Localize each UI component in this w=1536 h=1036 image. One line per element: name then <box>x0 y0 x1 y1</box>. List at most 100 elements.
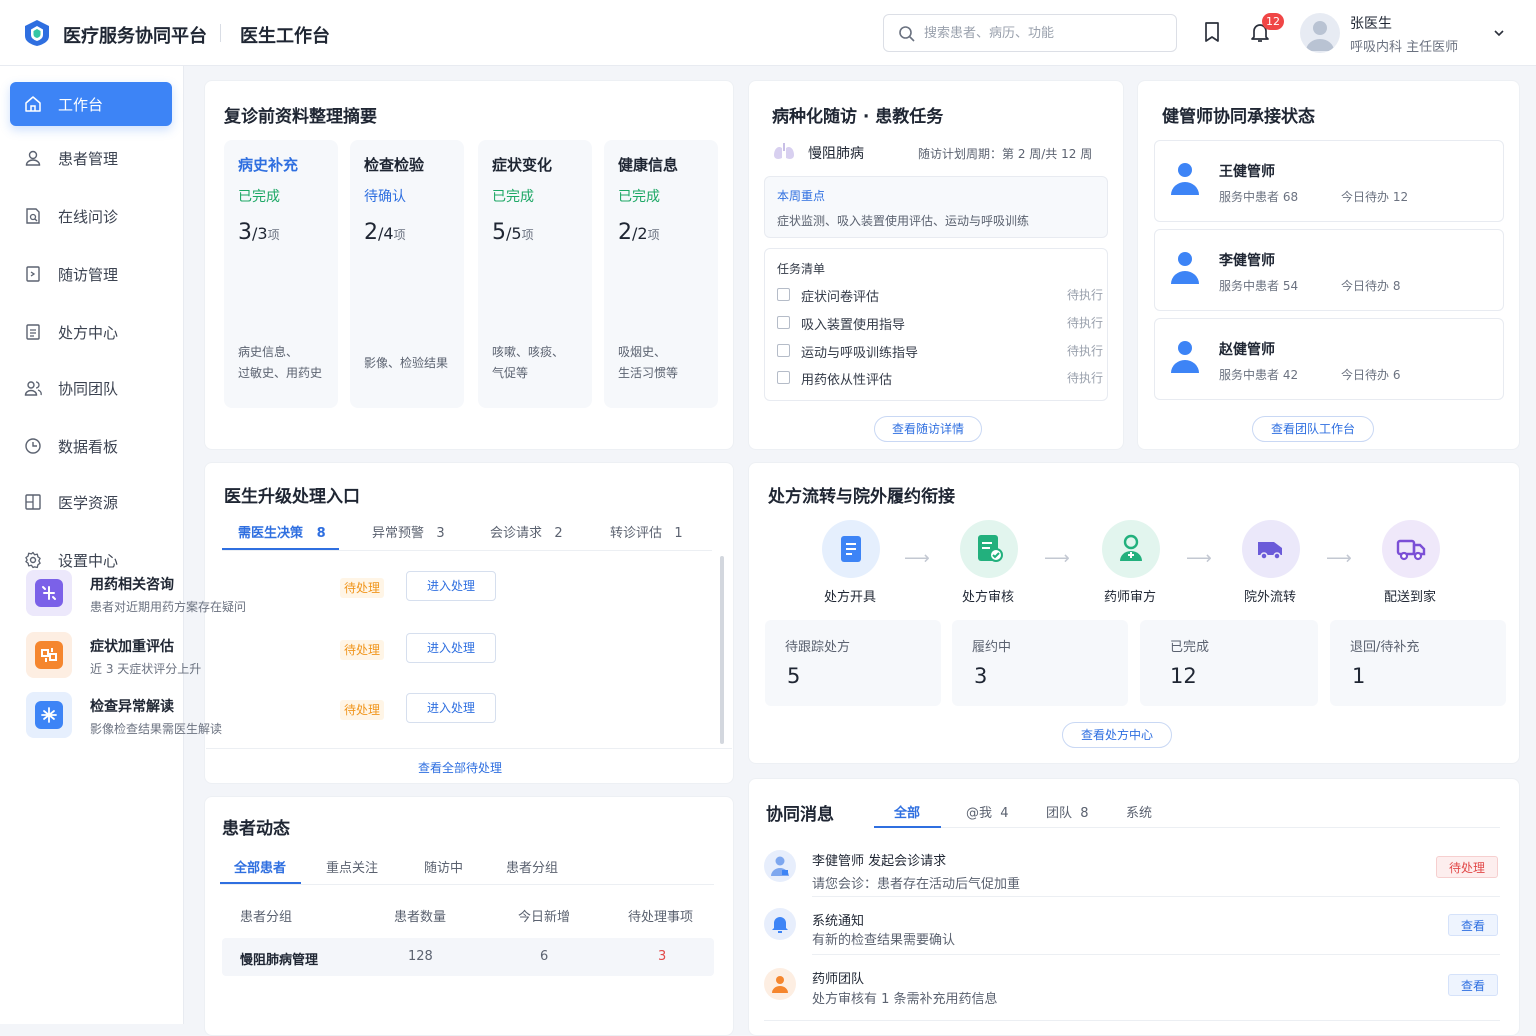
sidebar-item-label: 在线问诊 <box>58 208 119 226</box>
stat-completed[interactable]: 已完成 12 <box>1140 620 1318 706</box>
bookmark-icon[interactable] <box>1200 20 1224 44</box>
weekly-focus-box: 本周重点 症状监测、吸入装置使用评估、运动与呼吸训练 <box>764 176 1108 238</box>
tab-msg-team[interactable]: 团队 8 <box>1046 802 1089 821</box>
pharmacist-team-icon <box>772 976 788 993</box>
task-checkbox[interactable] <box>777 344 790 357</box>
flow-step-audit[interactable]: 处方审核 <box>938 520 1038 610</box>
tab-msg-all[interactable]: 全部 <box>894 802 920 821</box>
tab-in-followup[interactable]: 随访中 <box>424 857 463 876</box>
tab-msg-system[interactable]: 系统 <box>1126 802 1152 821</box>
summary-col-history[interactable]: 病史补充 已完成 3/3项 病史信息、 过敏史、用药史 <box>224 140 338 408</box>
manager-avatar-icon <box>1171 252 1199 284</box>
clock-chart-icon <box>25 438 41 454</box>
pending-action-button[interactable]: 待处理 <box>1435 856 1498 878</box>
summary-col-title: 病史补充 <box>238 156 299 174</box>
escalation-item-icon-bg <box>26 570 72 616</box>
tab-doctor-decision[interactable]: 需医生决策 8 <box>238 522 326 541</box>
avatar[interactable] <box>1300 13 1340 53</box>
escalation-item[interactable]: 症状加重评估 近 3 天症状评分上升 待处理 进入处理 <box>22 630 502 682</box>
van-icon <box>1258 542 1282 560</box>
document-icon <box>841 536 861 562</box>
scrollbar[interactable] <box>720 556 724 744</box>
sidebar: 工作台 患者管理 在线问诊 随访管理 处方中心 协同团队 数据看板 医学资源 设… <box>0 66 184 1024</box>
column-header: 患者数量 <box>394 910 447 925</box>
task-checkbox[interactable] <box>777 288 790 301</box>
sidebar-item-team[interactable]: 协同团队 <box>10 366 172 410</box>
task-checkbox[interactable] <box>777 371 790 384</box>
status-badge: 待处理 <box>340 640 385 660</box>
sidebar-item-resources[interactable]: 医学资源 <box>10 480 172 524</box>
summary-col-status: 已完成 <box>492 189 534 205</box>
task-checkbox[interactable] <box>777 316 790 329</box>
message-item[interactable]: 李健管师 发起会诊请求 请您会诊：患者存在活动后气促加重 待处理 <box>764 846 1500 900</box>
truck-icon <box>1396 539 1426 561</box>
summary-col-symptoms[interactable]: 症状变化 已完成 5/5项 咳嗽、咳痰、 气促等 <box>478 140 592 408</box>
tab-referral-eval[interactable]: 转诊评估 1 <box>610 522 683 541</box>
table-row[interactable]: 慢阻肺病管理 128 6 3 <box>222 938 714 976</box>
summary-col-desc: 咳嗽、咳痰、 气促等 <box>492 345 565 380</box>
escalation-item[interactable]: 用药相关咨询 患者对近期用药方案存在疑问 待处理 进入处理 <box>22 568 502 620</box>
manager-avatar-icon <box>1171 163 1199 195</box>
message-divider <box>764 1020 1500 1021</box>
tab-all-patients[interactable]: 全部患者 <box>234 857 286 876</box>
search-icon <box>899 26 915 42</box>
stat-tracking[interactable]: 待跟踪处方 5 <box>765 620 941 706</box>
sidebar-item-consult[interactable]: 在线问诊 <box>10 194 172 238</box>
view-followup-button[interactable]: 查看随访详情 <box>874 416 982 442</box>
summary-col-health[interactable]: 健康信息 已完成 2/2项 吸烟史、 生活习惯等 <box>604 140 718 408</box>
gear-icon <box>25 551 41 569</box>
manager-card[interactable]: 王健管师 服务中患者 68 今日待办 12 <box>1154 140 1504 222</box>
patients-title: 患者动态 <box>222 819 290 839</box>
user-icon <box>25 150 41 166</box>
search-input[interactable] <box>924 23 1164 43</box>
top-header: 医疗服务协同平台 医生工作台 12 张医生 呼吸内科 主任医师 <box>0 0 1536 66</box>
sidebar-item-followup[interactable]: 随访管理 <box>10 252 172 296</box>
search-box[interactable] <box>883 14 1177 52</box>
view-team-button[interactable]: 查看团队工作台 <box>1252 416 1374 442</box>
lungs-icon <box>774 143 794 159</box>
view-button[interactable]: 查看 <box>1447 974 1498 996</box>
tab-key-focus[interactable]: 重点关注 <box>326 857 378 876</box>
column-header: 待处理事项 <box>628 910 694 925</box>
stat-returned[interactable]: 退回/待补充 1 <box>1330 620 1506 706</box>
flow-step-pharmacist[interactable]: 药师审方 <box>1080 520 1180 610</box>
enter-process-button[interactable]: 进入处理 <box>406 633 496 663</box>
sidebar-item-dashboard[interactable]: 数据看板 <box>10 424 172 468</box>
tab-msg-mention[interactable]: @我 4 <box>966 802 1009 821</box>
user-role: 呼吸内科 主任医师 <box>1350 40 1459 55</box>
manager-card[interactable]: 赵健管师 服务中患者 42 今日待办 6 <box>1154 318 1504 400</box>
view-all-pending-link[interactable]: 查看全部待处理 <box>418 759 502 776</box>
manager-card[interactable]: 李健管师 服务中患者 54 今日待办 8 <box>1154 229 1504 311</box>
bell-icon <box>772 917 788 933</box>
flow-arrow-icon: ⟶ <box>904 548 930 569</box>
chevron-down-icon[interactable] <box>1492 26 1506 40</box>
sidebar-item-workbench[interactable]: 工作台 <box>10 82 172 126</box>
user-name: 张医生 <box>1350 16 1392 32</box>
view-prescription-center-button[interactable]: 查看处方中心 <box>1062 722 1172 748</box>
summary-col-exams[interactable]: 检查检验 待确认 2/4项 影像、检验结果 <box>350 140 464 408</box>
flow-step-delivery[interactable]: 配送到家 <box>1360 520 1460 610</box>
tab-consult-request[interactable]: 会诊请求 2 <box>490 522 563 541</box>
message-item[interactable]: 系统通知 有新的检查结果需要确认 查看 <box>764 906 1500 960</box>
focus-text: 症状监测、吸入装置使用评估、运动与呼吸训练 <box>777 214 1030 228</box>
summary-col-count: 2/4项 <box>364 220 406 245</box>
flow-step-issue[interactable]: 处方开具 <box>800 520 900 610</box>
enter-process-button[interactable]: 进入处理 <box>406 571 496 601</box>
sidebar-item-label: 处方中心 <box>58 324 119 342</box>
stat-fulfilling[interactable]: 履约中 3 <box>952 620 1128 706</box>
view-button[interactable]: 查看 <box>1447 914 1498 936</box>
tab-patient-groups[interactable]: 患者分组 <box>506 857 558 876</box>
sidebar-item-patients[interactable]: 患者管理 <box>10 136 172 180</box>
enter-process-button[interactable]: 进入处理 <box>406 693 496 723</box>
column-header: 患者分组 <box>240 910 293 925</box>
prescription-title: 处方流转与院外履约衔接 <box>768 487 955 507</box>
home-icon <box>25 96 41 112</box>
tab-abnormal-alert[interactable]: 异常预警 3 <box>372 522 445 541</box>
audit-icon <box>978 535 1003 562</box>
task-row: 用药依从性评估 待执行 <box>777 368 1103 388</box>
sidebar-item-label: 患者管理 <box>58 150 119 168</box>
sidebar-item-prescription[interactable]: 处方中心 <box>10 310 172 354</box>
message-item[interactable]: 药师团队 处方审核有 1 条需补充用药信息 查看 <box>764 964 1500 1018</box>
escalation-item[interactable]: 检查异常解读 影像检查结果需医生解读 待处理 进入处理 <box>22 690 502 742</box>
flow-step-transfer[interactable]: 院外流转 <box>1220 520 1320 610</box>
